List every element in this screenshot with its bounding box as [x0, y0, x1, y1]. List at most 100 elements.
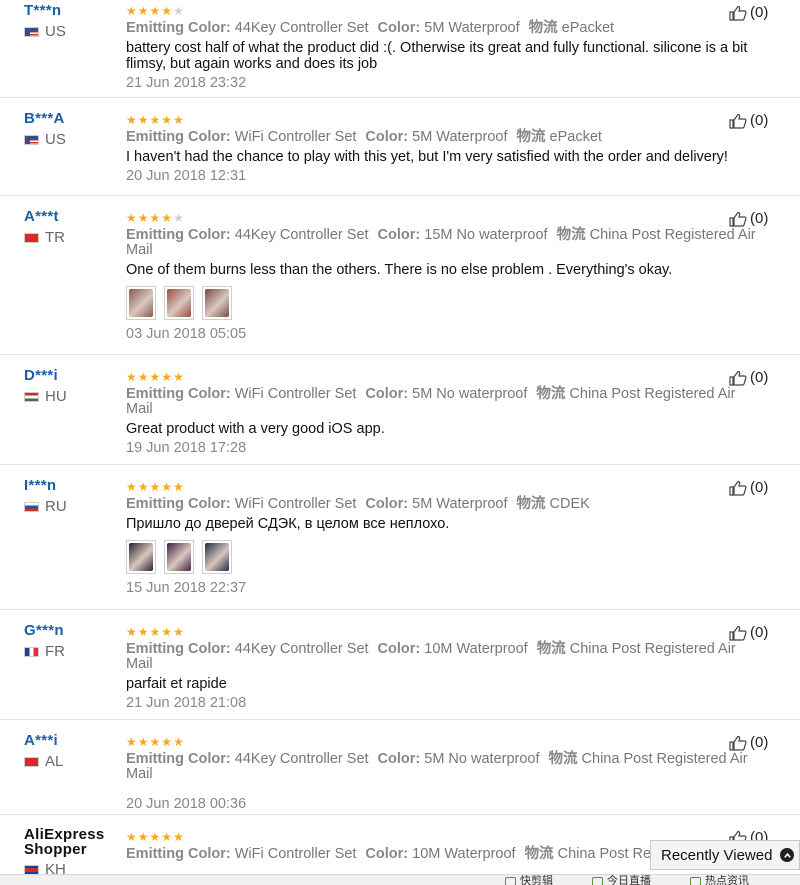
star-icon: ★ — [126, 370, 137, 384]
review-item: G***n FR ★ ★ ★ ★ ★ Emitting Color: 44Key Contro… — [0, 610, 800, 720]
star-rating: ★ ★ ★ ★ ★ — [126, 5, 766, 18]
reviewer-name[interactable]: I***n — [24, 477, 120, 494]
reviewer-name[interactable]: B***A — [24, 110, 120, 127]
reviewer-name[interactable]: A***t — [24, 208, 120, 225]
flag-al-icon — [24, 756, 39, 767]
attribute-key: 物流 — [528, 20, 558, 36]
star-icon: ★ — [126, 735, 137, 749]
review-date: 21 Jun 2018 21:08 — [126, 695, 247, 711]
reviewer-info: G***n FR — [24, 622, 120, 660]
attribute-value: 10M Waterproof — [412, 846, 516, 862]
review-photo-thumbnail[interactable] — [126, 540, 156, 574]
attribute-key: Emitting Color: — [126, 846, 231, 862]
attribute-key: 物流 — [516, 496, 546, 512]
review-photo-thumbnail[interactable] — [164, 540, 194, 574]
taskbar-item-video[interactable]: 快剪辑 — [505, 876, 553, 885]
taskbar-label: 热点资讯 — [705, 875, 749, 885]
reviewer-name[interactable]: T***n — [24, 2, 120, 19]
reviewer-name[interactable]: D***i — [24, 367, 120, 384]
star-icon: ★ — [149, 370, 161, 384]
video-icon — [505, 877, 516, 885]
helpful-button[interactable]: (0) — [729, 112, 768, 129]
star-icon: ★ — [173, 480, 184, 494]
helpful-button[interactable]: (0) — [729, 4, 768, 21]
review-photo-thumbnail[interactable] — [126, 286, 156, 320]
review-text: One of them burns less than the others. … — [126, 262, 673, 278]
taskbar-item-live[interactable]: 今日直播 — [592, 876, 651, 885]
attribute-key: 物流 — [516, 129, 546, 145]
reviewer-country: FR — [24, 643, 120, 660]
review-date: 03 Jun 2018 05:05 — [126, 326, 247, 342]
attribute-key: Emitting Color: — [126, 496, 231, 512]
helpful-count: (0) — [750, 734, 769, 751]
helpful-button[interactable]: (0) — [729, 479, 768, 496]
star-icon: ★ — [126, 113, 137, 127]
helpful-button[interactable]: (0) — [729, 210, 768, 227]
recently-viewed-label: Recently Viewed — [661, 846, 773, 864]
star-icon: ★ — [137, 480, 149, 494]
review-content: ★ ★ ★ ★ ★ Emitting Color: WiFi Controller Set… — [126, 113, 766, 185]
review-item: T***n US ★ ★ ★ ★ ★ Emitting Color: 44Key Contro… — [0, 0, 800, 98]
attribute-key: Color: — [365, 129, 409, 145]
taskbar-label: 今日直播 — [607, 875, 651, 885]
review-text: I haven't had the chance to play with th… — [126, 149, 728, 165]
order-attributes: Emitting Color: WiFi Controller Set Color… — [126, 497, 766, 512]
helpful-count: (0) — [750, 4, 769, 21]
star-icon: ★ — [173, 735, 184, 749]
reviewer-name[interactable]: A***i — [24, 732, 120, 749]
review-date: 20 Jun 2018 00:36 — [126, 796, 247, 812]
review-text: parfait et rapide — [126, 676, 227, 692]
attribute-value: 10M Waterproof — [424, 641, 528, 657]
reviewer-country: US — [24, 131, 120, 148]
order-attributes: Emitting Color: 44Key Controller Set Colo… — [126, 642, 766, 672]
review-item: A***t TR ★ ★ ★ ★ ★ Emitting Color: 44Key Contro… — [0, 196, 800, 355]
attribute-key: Emitting Color: — [126, 751, 231, 767]
attribute-value: 5M No waterproof — [412, 386, 528, 402]
reviewer-country: RU — [24, 498, 120, 515]
star-icon: ★ — [161, 830, 173, 844]
thumbs-up-icon — [729, 113, 747, 129]
flag-fr-icon — [24, 646, 39, 657]
reviewer-info: A***i AL — [24, 732, 120, 770]
attribute-key: Color: — [365, 496, 409, 512]
browser-taskbar: 快剪辑 今日直播 热点资讯 — [0, 874, 800, 885]
helpful-button[interactable]: (0) — [729, 624, 768, 641]
review-content: ★ ★ ★ ★ ★ Emitting Color: WiFi Controller Set… — [126, 481, 766, 596]
review-text: Пришло до дверей СДЭК, в целом все непло… — [126, 516, 450, 532]
attribute-value: CDEK — [549, 496, 590, 512]
attribute-value: 44Key Controller Set — [234, 227, 369, 243]
order-attributes: Emitting Color: 44Key Controller Set Colo… — [126, 228, 766, 258]
attribute-value: 5M Waterproof — [412, 496, 508, 512]
review-date: 21 Jun 2018 23:32 — [126, 75, 247, 91]
review-content: ★ ★ ★ ★ ★ Emitting Color: 44Key Controller Se… — [126, 212, 766, 342]
thumbs-up-icon — [729, 211, 747, 227]
review-photo-thumbnail[interactable] — [202, 286, 232, 320]
reviewer-name[interactable]: AliExpress Shopper — [24, 827, 120, 857]
reviewer-info: B***A US — [24, 110, 120, 148]
helpful-count: (0) — [750, 369, 769, 386]
star-rating: ★ ★ ★ ★ ★ — [126, 212, 766, 225]
star-icon: ★ — [149, 211, 161, 225]
attribute-value: 44Key Controller Set — [234, 751, 369, 767]
order-attributes: Emitting Color: WiFi Controller Set Color… — [126, 387, 766, 417]
attribute-value: 44Key Controller Set — [234, 641, 369, 657]
country-code: HU — [45, 388, 67, 405]
star-icon: ★ — [149, 4, 161, 18]
star-icon: ★ — [161, 4, 173, 18]
star-rating: ★ ★ ★ ★ ★ — [126, 481, 766, 494]
star-rating: ★ ★ ★ ★ ★ — [126, 626, 766, 639]
reviewer-country: HU — [24, 388, 120, 405]
star-icon: ★ — [149, 480, 161, 494]
star-icon: ★ — [161, 113, 173, 127]
reviewer-info: T***n US — [24, 2, 120, 40]
taskbar-item-news[interactable]: 热点资讯 — [690, 876, 749, 885]
review-photo-thumbnail[interactable] — [164, 286, 194, 320]
helpful-button[interactable]: (0) — [729, 734, 768, 751]
review-photo-thumbnail[interactable] — [202, 540, 232, 574]
helpful-button[interactable]: (0) — [729, 369, 768, 386]
attribute-key: Color: — [365, 846, 409, 862]
thumbs-up-icon — [729, 5, 747, 21]
thumbs-up-icon — [729, 370, 747, 386]
reviewer-name[interactable]: G***n — [24, 622, 120, 639]
recently-viewed-button[interactable]: Recently Viewed — [650, 840, 800, 870]
